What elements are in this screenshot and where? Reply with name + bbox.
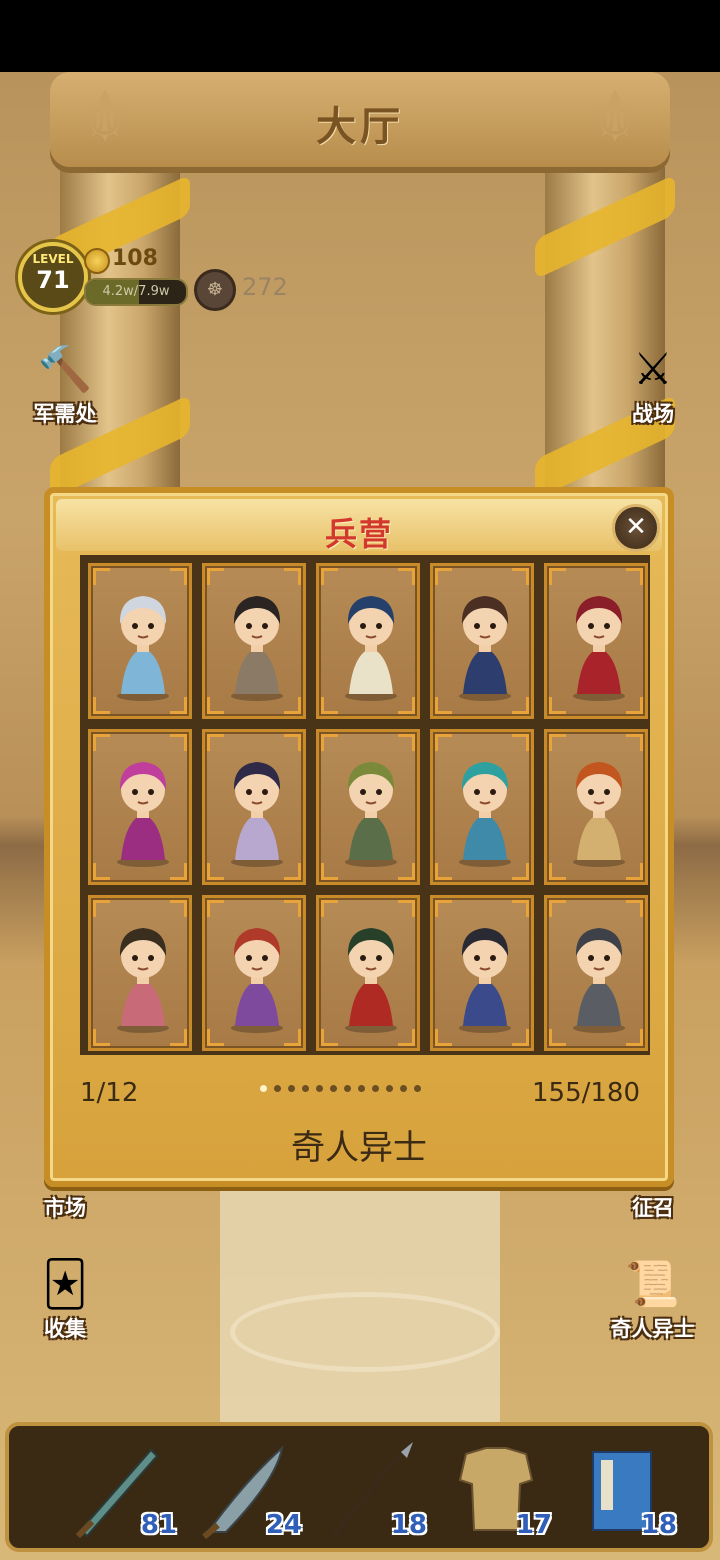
- hero-portrait: [459, 928, 511, 1033]
- hero-portrait: [573, 928, 625, 1033]
- hero-card-2[interactable]: [202, 563, 306, 719]
- barracks-dialog: 兵营 ✕ 1/12 155/180 奇人异士: [44, 487, 674, 1187]
- battlefield-label: 战场: [632, 402, 674, 426]
- page-indicator: 1/12: [80, 1078, 139, 1108]
- hero-portrait: [117, 928, 169, 1033]
- hero-card-8[interactable]: [316, 729, 420, 885]
- collect-button[interactable]: 🃏 收集: [10, 1257, 120, 1343]
- battlefield-button[interactable]: ⚔ 战场: [598, 342, 708, 428]
- hero-portrait: [345, 928, 397, 1033]
- level-label: LEVEL: [32, 252, 74, 266]
- page-dot[interactable]: [344, 1085, 351, 1092]
- cards-icon: 🃏: [42, 1259, 88, 1310]
- inventory-bar: 81 24 18 17 18: [5, 1422, 713, 1552]
- title-beam: ⚜ ⚜ 大厅: [50, 72, 670, 167]
- page-dot[interactable]: [386, 1085, 393, 1092]
- inventory-slot-5[interactable]: 18: [561, 1434, 683, 1544]
- close-icon: ✕: [625, 512, 647, 542]
- hero-portrait: [231, 596, 283, 701]
- hero-portrait: [231, 928, 283, 1033]
- page-dot[interactable]: [400, 1085, 407, 1092]
- item-count: 18: [640, 1510, 677, 1540]
- category-name: 奇人异士: [291, 1128, 427, 1168]
- hero-card-10[interactable]: [544, 729, 648, 885]
- coin-value: 108: [112, 246, 158, 271]
- hero-portrait: [573, 762, 625, 867]
- inventory-slot-1[interactable]: 81: [61, 1434, 183, 1544]
- hero-card-5[interactable]: [544, 563, 648, 719]
- close-button[interactable]: ✕: [612, 504, 660, 552]
- hero-portrait: [459, 762, 511, 867]
- hero-card-grid: [80, 555, 650, 1055]
- supply-label: 军需处: [33, 402, 97, 426]
- hall-title: 大厅: [316, 104, 404, 150]
- item-count: 24: [265, 1510, 302, 1540]
- hero-card-9[interactable]: [430, 729, 534, 885]
- hero-card-3[interactable]: [316, 563, 420, 719]
- page-dots: [260, 1085, 421, 1092]
- hero-card-15[interactable]: [544, 895, 648, 1051]
- item-count: 18: [390, 1510, 427, 1540]
- coin-icon: [84, 248, 110, 274]
- dialog-header: 兵营: [56, 499, 662, 553]
- page-dot[interactable]: [330, 1085, 337, 1092]
- hero-card-12[interactable]: [202, 895, 306, 1051]
- exp-bar: 4.2w/7.9w: [84, 278, 188, 306]
- market-label: 市场: [44, 1196, 86, 1220]
- hero-card-11[interactable]: [88, 895, 192, 1051]
- exp-text: 4.2w/7.9w: [102, 284, 170, 299]
- magic-circle: [230, 1292, 500, 1372]
- hero-card-6[interactable]: [88, 729, 192, 885]
- recruit-label: 征召: [632, 1196, 674, 1220]
- collect-label: 收集: [44, 1317, 86, 1341]
- hero-portrait: [117, 762, 169, 867]
- supply-button[interactable]: 🔨 军需处: [10, 342, 120, 428]
- page-dot[interactable]: [372, 1085, 379, 1092]
- page-dot[interactable]: [316, 1085, 323, 1092]
- collection-count: 155/180: [531, 1078, 640, 1108]
- inventory-slot-4[interactable]: 17: [436, 1434, 558, 1544]
- status-bar: [0, 0, 720, 72]
- strangers-button[interactable]: 📜 奇人异士: [590, 1257, 715, 1343]
- recruit-button[interactable]: 征召: [598, 1192, 708, 1222]
- power-value: 272: [242, 273, 288, 301]
- hero-portrait: [117, 596, 169, 701]
- level-badge[interactable]: LEVEL 71: [18, 242, 88, 312]
- hero-portrait: [459, 596, 511, 701]
- hero-portrait: [345, 762, 397, 867]
- hero-card-1[interactable]: [88, 563, 192, 719]
- hammer-icon: 🔨: [37, 344, 93, 395]
- page-dot[interactable]: [260, 1085, 267, 1092]
- dialog-title: 兵营: [324, 515, 393, 553]
- page-dot[interactable]: [414, 1085, 421, 1092]
- market-button[interactable]: 市场: [10, 1192, 120, 1222]
- page-dot[interactable]: [274, 1085, 281, 1092]
- inventory-slot-2[interactable]: 24: [186, 1434, 308, 1544]
- strangers-label: 奇人异士: [610, 1317, 695, 1341]
- crossed-swords-icon: ⚔: [633, 344, 673, 395]
- hero-card-7[interactable]: [202, 729, 306, 885]
- inventory-slot-3[interactable]: 18: [311, 1434, 433, 1544]
- page-dot[interactable]: [358, 1085, 365, 1092]
- level-value: 71: [36, 266, 70, 294]
- hero-card-13[interactable]: [316, 895, 420, 1051]
- beast-icon: ☸: [194, 269, 236, 311]
- page-dot[interactable]: [302, 1085, 309, 1092]
- hero-portrait: [345, 596, 397, 701]
- hero-card-4[interactable]: [430, 563, 534, 719]
- hero-card-14[interactable]: [430, 895, 534, 1051]
- scroll-icon: 📜: [625, 1259, 680, 1310]
- item-count: 17: [515, 1510, 552, 1540]
- page-dot[interactable]: [288, 1085, 295, 1092]
- hero-portrait: [231, 762, 283, 867]
- hero-portrait: [573, 596, 625, 701]
- item-count: 81: [140, 1510, 177, 1540]
